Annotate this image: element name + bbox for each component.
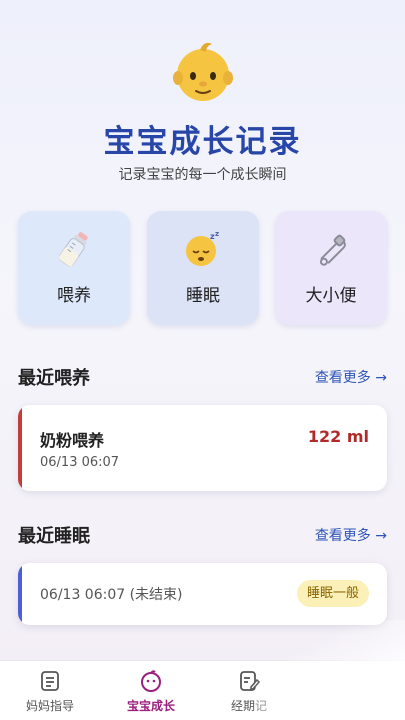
feeding-record-time: 06/13 06:07 — [40, 455, 120, 470]
feeding-accent-bar — [18, 405, 22, 491]
tab-period-record-label: 经期记 — [230, 699, 267, 713]
sleep-card[interactable]: z z 睡眠 — [147, 211, 259, 325]
baby-smile-icon — [141, 670, 161, 692]
page-title: 宝宝成长记录 — [103, 124, 302, 160]
sleep-record-card[interactable]: 06/13 06:07 (未结束) 睡眠一般 — [18, 563, 387, 625]
page-subtitle: 记录宝宝的每一个成长瞬间 — [118, 167, 287, 183]
svg-text:z: z — [215, 230, 219, 238]
baby-bottle-icon — [54, 229, 94, 269]
sleep-record-time: 06/13 06:07 (未结束) — [40, 587, 183, 603]
feeding-record-type: 奶粉喂养 — [40, 431, 105, 450]
sleep-card-label: 睡眠 — [186, 286, 220, 306]
tab-baby-growth-label: 宝宝成长 — [126, 699, 175, 713]
sleep-accent-bar — [18, 563, 22, 625]
tab-mom-guide[interactable]: 妈妈指导 — [0, 661, 100, 720]
sleep-quality-badge: 睡眠一般 — [296, 580, 369, 607]
tab-baby-growth[interactable]: 宝宝成长 — [101, 661, 201, 720]
tab-period-record[interactable]: 经期记 — [199, 661, 299, 720]
tab-mom-guide-label: 妈妈指导 — [25, 699, 74, 713]
bottom-tab-bar: 妈妈指导 宝宝成长 经期记 — [0, 660, 405, 720]
feeding-record-card[interactable]: 奶粉喂养 122 ml 06/13 06:07 — [18, 405, 387, 491]
feeding-record-amount: 122 ml — [307, 427, 369, 446]
sleep-view-more-link[interactable]: 查看更多 → — [315, 525, 387, 545]
baby-face-icon — [172, 42, 233, 101]
diaper-card[interactable]: 大小便 — [275, 211, 387, 325]
header: 宝宝成长记录 记录宝宝的每一个成长瞬间 — [0, 0, 405, 200]
guide-list-icon — [41, 671, 59, 691]
feeding-view-more-link[interactable]: 查看更多 → — [315, 367, 387, 387]
edit-note-icon — [240, 671, 261, 691]
safety-pin-icon — [311, 229, 351, 269]
recent-feeding-title: 最近喂养 — [18, 368, 90, 389]
feeding-card-label: 喂养 — [57, 286, 91, 306]
sleeping-face-icon: z z — [183, 229, 223, 269]
recent-sleep-title: 最近睡眠 — [18, 526, 90, 547]
diaper-card-label: 大小便 — [305, 286, 357, 306]
quick-actions: 喂养 z z 睡眠 大小便 — [18, 211, 387, 325]
feeding-card[interactable]: 喂养 — [18, 211, 130, 325]
